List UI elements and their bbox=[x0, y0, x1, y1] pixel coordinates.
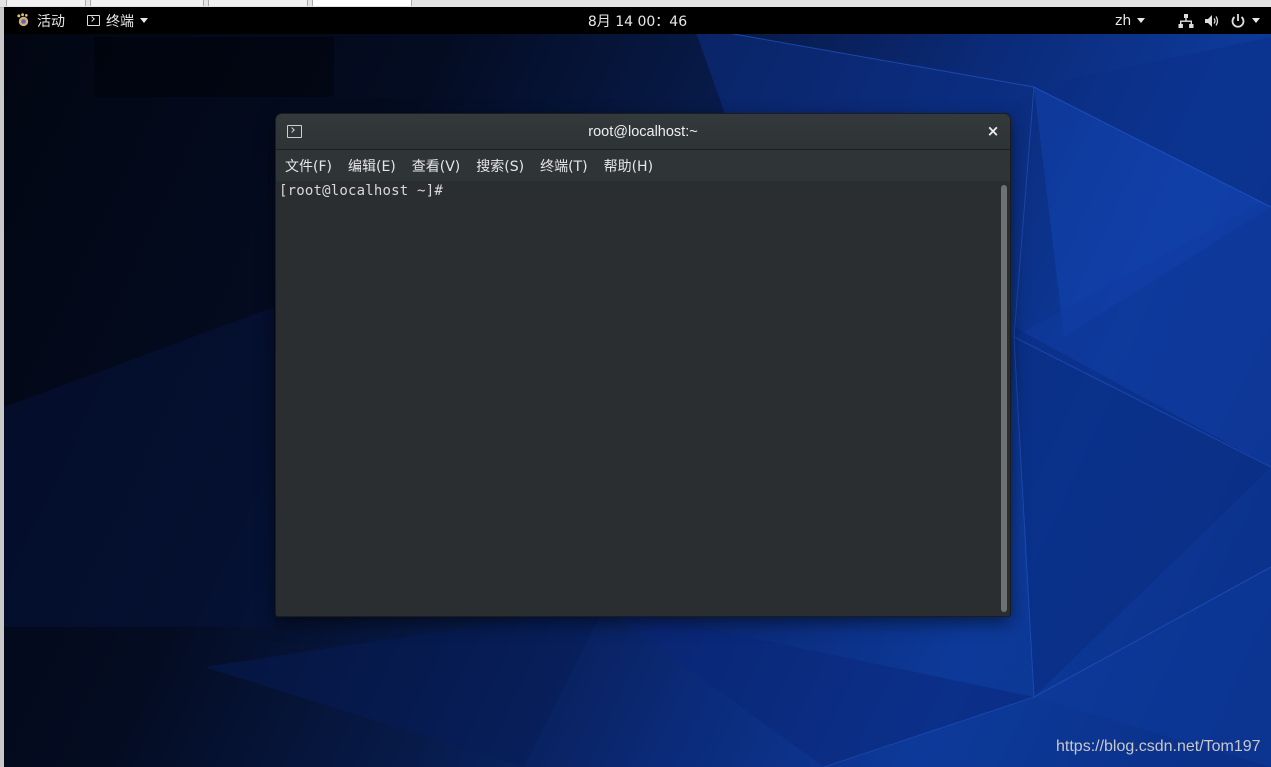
host-tab[interactable] bbox=[6, 0, 86, 6]
chevron-down-icon bbox=[1252, 18, 1260, 23]
menu-bar: 文件(F) 编辑(E) 查看(V) 搜索(S) 终端(T) 帮助(H) bbox=[276, 150, 1010, 181]
desktop: 活动 终端 8月 14 00：46 zh root@localhost:~ × … bbox=[4, 7, 1271, 767]
power-icon bbox=[1231, 13, 1245, 28]
menu-item-search[interactable]: 搜索(S) bbox=[468, 150, 532, 181]
activities-button[interactable]: 活动 bbox=[16, 7, 65, 34]
menu-item-edit[interactable]: 编辑(E) bbox=[340, 150, 404, 181]
host-tab-active[interactable] bbox=[312, 0, 412, 6]
host-tab[interactable] bbox=[90, 0, 204, 6]
window-titlebar[interactable]: root@localhost:~ × bbox=[276, 114, 1010, 150]
activities-label: 活动 bbox=[37, 13, 65, 30]
close-button[interactable]: × bbox=[982, 120, 1004, 142]
screen: 活动 终端 8月 14 00：46 zh root@localhost:~ × … bbox=[0, 0, 1271, 767]
terminal-window[interactable]: root@localhost:~ × 文件(F) 编辑(E) 查看(V) 搜索(… bbox=[276, 114, 1010, 616]
terminal-icon bbox=[87, 15, 100, 26]
network-wired-icon bbox=[1178, 13, 1194, 28]
window-title: root@localhost:~ bbox=[588, 123, 698, 140]
menu-item-view[interactable]: 查看(V) bbox=[404, 150, 469, 181]
watermark: https://blog.csdn.net/Tom197 bbox=[1056, 738, 1261, 755]
language-selector[interactable]: zh bbox=[1115, 7, 1146, 34]
app-menu-button[interactable]: 终端 bbox=[87, 7, 148, 34]
shell-prompt: [root@localhost ~]# bbox=[279, 183, 443, 199]
terminal-output[interactable]: [root@localhost ~]# bbox=[276, 181, 1010, 616]
menu-item-help[interactable]: 帮助(H) bbox=[596, 150, 661, 181]
scrollbar[interactable] bbox=[1001, 185, 1007, 612]
host-tab[interactable] bbox=[208, 0, 308, 6]
chevron-down-icon bbox=[1137, 18, 1146, 23]
gnome-foot-icon bbox=[17, 13, 29, 27]
menu-item-terminal[interactable]: 终端(T) bbox=[532, 150, 595, 181]
clock: 8月 14 00：46 bbox=[4, 7, 1271, 34]
close-icon: × bbox=[986, 122, 1000, 140]
language-label: zh bbox=[1115, 12, 1132, 29]
system-menu[interactable] bbox=[1178, 7, 1260, 34]
app-menu-label: 终端 bbox=[106, 13, 134, 30]
top-panel: 活动 终端 8月 14 00：46 zh bbox=[4, 7, 1271, 34]
menu-item-file[interactable]: 文件(F) bbox=[276, 150, 340, 181]
volume-icon bbox=[1205, 14, 1219, 27]
clock-label[interactable]: 8月 14 00：46 bbox=[588, 11, 687, 31]
chevron-down-icon bbox=[140, 18, 148, 23]
